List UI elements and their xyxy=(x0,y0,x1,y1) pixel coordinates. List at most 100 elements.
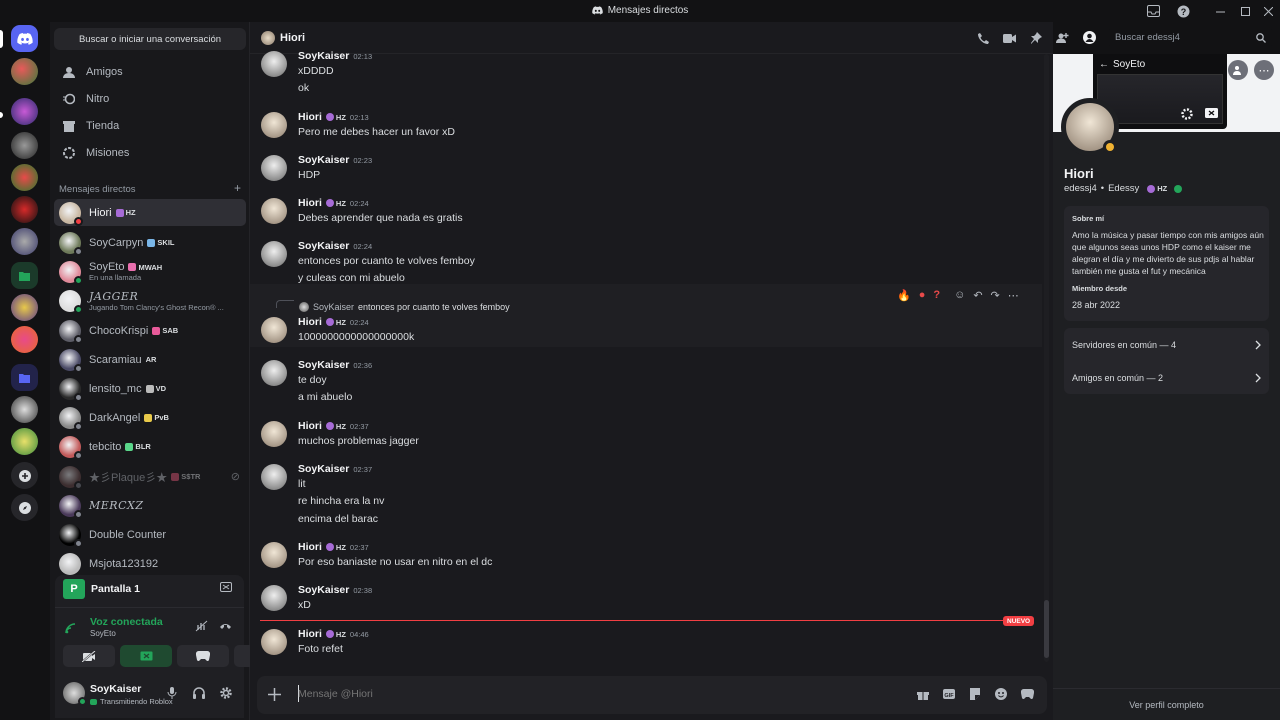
message-author[interactable]: Hiori xyxy=(298,111,322,123)
avatar[interactable] xyxy=(261,542,287,568)
guild-tag[interactable]: HZ xyxy=(325,543,346,552)
guild-tag[interactable]: HZ xyxy=(325,630,346,639)
scrollbar-track[interactable] xyxy=(1044,54,1049,662)
add-server-icon[interactable] xyxy=(11,462,38,489)
stop-watching-icon[interactable] xyxy=(1205,108,1218,119)
avatar[interactable] xyxy=(261,51,287,77)
dm-item[interactable]: SoyEto MWAH En una llamada xyxy=(54,258,246,285)
dm-item[interactable]: Scaramiau AR xyxy=(54,346,246,373)
connection-signal-icon[interactable] xyxy=(65,623,77,634)
apps-controller-icon[interactable] xyxy=(1021,689,1034,699)
nav-friends[interactable]: Amigos xyxy=(54,60,246,84)
message-author[interactable]: Hiori xyxy=(298,316,322,328)
settings-gear-icon[interactable] xyxy=(220,687,232,699)
avatar[interactable] xyxy=(261,198,287,224)
stream-settings-icon[interactable] xyxy=(1181,108,1193,120)
gift-icon[interactable] xyxy=(917,688,929,700)
message-author[interactable]: Hiori xyxy=(298,420,322,432)
avatar[interactable] xyxy=(261,241,287,267)
mutual-servers-row[interactable]: Servidores en común — 4 xyxy=(1064,328,1269,361)
headphones-icon[interactable] xyxy=(193,687,205,699)
chat-recipient-name[interactable]: Hiori xyxy=(280,32,305,44)
avatar[interactable] xyxy=(261,421,287,447)
dm-item[interactable]: Msjota123192 xyxy=(54,550,246,577)
server-icon[interactable] xyxy=(11,228,38,255)
message-author[interactable]: Hiori xyxy=(298,197,322,209)
search-input[interactable]: Buscar edessj4 xyxy=(1109,27,1272,48)
profile-avatar[interactable] xyxy=(1061,98,1119,156)
dm-item[interactable]: JAGGER Jugando Tom Clancy's Ghost Recon® … xyxy=(54,287,246,314)
create-dm-plus-icon[interactable]: + xyxy=(234,182,241,195)
folder-icon[interactable] xyxy=(11,262,38,289)
message-author[interactable]: Hiori xyxy=(298,628,322,640)
message-author[interactable]: SoyKaiser xyxy=(298,154,349,166)
inbox-icon[interactable] xyxy=(1145,3,1161,19)
video-call-icon[interactable] xyxy=(1003,33,1017,44)
forward-icon[interactable]: ↷ xyxy=(991,289,1000,302)
add-friend-icon[interactable] xyxy=(1228,60,1248,80)
avatar[interactable] xyxy=(261,585,287,611)
server-icon[interactable] xyxy=(11,294,38,321)
message-author[interactable]: SoyKaiser xyxy=(298,359,349,371)
home-discord-icon[interactable] xyxy=(11,25,38,52)
scrollbar-thumb[interactable] xyxy=(1044,600,1049,658)
avatar[interactable] xyxy=(261,112,287,138)
minimize-button[interactable] xyxy=(1212,3,1228,19)
back-arrow-icon[interactable]: ← xyxy=(1099,59,1109,70)
avatar[interactable] xyxy=(261,629,287,655)
avatar[interactable] xyxy=(261,317,287,343)
stop-stream-icon[interactable] xyxy=(220,582,232,593)
server-icon[interactable] xyxy=(11,326,38,353)
activities-button[interactable] xyxy=(177,645,229,667)
dm-item[interactable]: Double Counter xyxy=(54,521,246,548)
voice-channel[interactable]: SoyEto xyxy=(90,629,116,638)
microphone-icon[interactable] xyxy=(167,687,177,699)
dm-item[interactable]: ★彡Plaque彡★ S$TR ⊘ xyxy=(54,463,246,490)
reply-preview[interactable]: SoyKaiser entonces por cuanto te volves … xyxy=(299,302,510,312)
server-icon[interactable] xyxy=(11,196,38,223)
attach-plus-icon[interactable] xyxy=(268,688,281,701)
maximize-button[interactable] xyxy=(1237,3,1253,19)
noise-suppression-icon[interactable] xyxy=(195,620,208,632)
guild-tag[interactable]: HZ xyxy=(325,113,346,122)
server-icon[interactable] xyxy=(11,58,38,85)
pinned-messages-icon[interactable] xyxy=(1030,32,1042,44)
emoji-icon[interactable] xyxy=(995,688,1007,700)
dm-item[interactable]: SoyCarpyn SKIL xyxy=(54,229,246,256)
guild-tag[interactable]: HZ xyxy=(325,318,346,327)
message-input[interactable] xyxy=(298,686,898,702)
view-full-profile-button[interactable]: Ver perfil completo xyxy=(1053,688,1280,720)
add-reaction-icon[interactable]: ☺ xyxy=(954,289,965,301)
message-author[interactable]: SoyKaiser xyxy=(298,584,349,596)
voice-call-icon[interactable] xyxy=(977,32,990,45)
sticker-icon[interactable] xyxy=(969,688,981,700)
add-friends-to-dm-icon[interactable] xyxy=(1056,32,1069,44)
mutual-friends-row[interactable]: Amigos en común — 2 xyxy=(1064,361,1269,394)
gif-icon[interactable]: GIF xyxy=(943,688,955,700)
folder-icon[interactable] xyxy=(11,364,38,391)
more-options-icon[interactable]: ⋯ xyxy=(1008,289,1019,302)
message-author[interactable]: Hiori xyxy=(298,541,322,553)
server-icon[interactable] xyxy=(11,98,38,125)
disconnect-icon[interactable] xyxy=(219,620,232,632)
avatar[interactable] xyxy=(63,682,87,706)
message-author[interactable]: SoyKaiser xyxy=(298,50,349,62)
message-author[interactable]: SoyKaiser xyxy=(298,240,349,252)
nitro-badge-icon[interactable] xyxy=(1174,184,1183,193)
dm-item[interactable]: DarkAngel PvB xyxy=(54,404,246,431)
discover-icon[interactable] xyxy=(11,494,38,521)
fire-reaction-icon[interactable]: 🔥 xyxy=(897,289,911,302)
help-icon[interactable]: ? xyxy=(1175,3,1191,19)
server-icon[interactable] xyxy=(11,164,38,191)
guild-tag[interactable]: HZ xyxy=(325,422,346,431)
dm-item[interactable]: Hiori HZ xyxy=(54,199,246,226)
nav-shop[interactable]: Tienda xyxy=(54,114,246,138)
close-window-button[interactable] xyxy=(1260,3,1276,19)
dm-item[interactable]: ChocoKrispi SAB xyxy=(54,317,246,344)
nav-quests[interactable]: Misiones xyxy=(54,141,246,165)
reply-icon[interactable]: ↶ xyxy=(973,289,982,302)
nav-nitro[interactable]: Nitro xyxy=(54,87,246,111)
blocked-icon[interactable]: ⊘ xyxy=(231,470,240,483)
toggle-camera-button[interactable] xyxy=(63,645,115,667)
dm-item[interactable]: MERCXZ xyxy=(54,492,246,519)
